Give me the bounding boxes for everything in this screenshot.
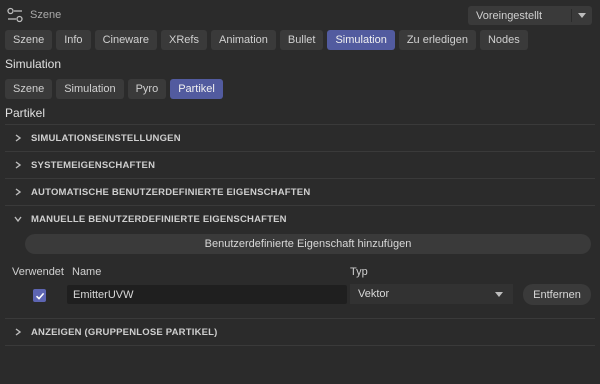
tab-bullet[interactable]: Bullet <box>279 30 324 50</box>
group-label: ANZEIGEN (GRUPPENLOSE PARTIKEL) <box>31 326 218 338</box>
tab-info[interactable]: Info <box>56 30 91 50</box>
remove-property-button[interactable]: Entfernen <box>523 284 591 305</box>
simulation-tab-bar: Szene Simulation Pyro Partikel <box>0 79 228 101</box>
preset-label: Voreingestellt <box>476 9 543 22</box>
property-type-value: Vektor <box>358 288 390 300</box>
chevron-right-icon <box>11 188 25 196</box>
subtab-simulation[interactable]: Simulation <box>56 79 124 99</box>
column-header-used: Verwendet <box>12 266 64 278</box>
main-tab-bar: Szene Info Cineware XRefs Animation Bull… <box>0 30 533 52</box>
checkmark-icon <box>35 292 44 300</box>
chevron-right-icon <box>11 328 25 336</box>
group-label: MANUELLE BENUTZERDEFINIERTE EIGENSCHAFTE… <box>31 213 287 225</box>
column-header-type: Typ <box>350 266 368 278</box>
group-label: AUTOMATISCHE BENUTZERDEFINIERTE EIGENSCH… <box>31 186 311 198</box>
group-systemeigenschaften[interactable]: SYSTEMEIGENSCHAFTEN <box>5 152 595 178</box>
partikel-heading: Partikel <box>5 106 46 120</box>
chevron-down-icon <box>495 292 503 297</box>
group-label: SYSTEMEIGENSCHAFTEN <box>31 159 156 171</box>
preset-separator <box>571 9 572 22</box>
add-custom-property-button[interactable]: Benutzerdefinierte Eigenschaft hinzufüge… <box>25 234 591 254</box>
tab-animation[interactable]: Animation <box>211 30 276 50</box>
property-name-field[interactable]: EmitterUVW <box>67 285 347 304</box>
tab-nodes[interactable]: Nodes <box>479 30 528 50</box>
tab-cineware[interactable]: Cineware <box>94 30 158 50</box>
tab-zu-erledigen[interactable]: Zu erledigen <box>398 30 476 50</box>
tab-szene[interactable]: Szene <box>5 30 53 50</box>
divider <box>5 345 595 346</box>
subtab-pyro[interactable]: Pyro <box>127 79 167 99</box>
scene-settings-icon <box>7 7 23 23</box>
simulation-heading: Simulation <box>5 57 62 71</box>
tab-simulation[interactable]: Simulation <box>327 30 395 50</box>
column-header-name: Name <box>72 266 102 278</box>
chevron-down-icon <box>578 13 586 18</box>
chevron-right-icon <box>11 161 25 169</box>
group-simulationseinstellungen[interactable]: SIMULATIONSEINSTELLUNGEN <box>5 125 595 151</box>
used-checkbox[interactable] <box>33 289 46 302</box>
subtab-szene[interactable]: Szene <box>5 79 53 99</box>
window-title: Szene <box>30 9 62 21</box>
group-automatische-eigenschaften[interactable]: AUTOMATISCHE BENUTZERDEFINIERTE EIGENSCH… <box>5 179 595 205</box>
chevron-down-icon <box>11 215 25 223</box>
group-label: SIMULATIONSEINSTELLUNGEN <box>31 132 181 144</box>
tab-xrefs[interactable]: XRefs <box>161 30 207 50</box>
property-type-dropdown[interactable]: Vektor <box>350 284 513 304</box>
preset-dropdown[interactable]: Voreingestellt <box>468 6 592 25</box>
subtab-partikel[interactable]: Partikel <box>170 79 223 99</box>
title-bar: Szene Voreingestellt <box>0 0 600 30</box>
group-manuelle-eigenschaften[interactable]: MANUELLE BENUTZERDEFINIERTE EIGENSCHAFTE… <box>5 206 595 232</box>
group-anzeigen[interactable]: ANZEIGEN (GRUPPENLOSE PARTIKEL) <box>5 319 595 345</box>
chevron-right-icon <box>11 134 25 142</box>
